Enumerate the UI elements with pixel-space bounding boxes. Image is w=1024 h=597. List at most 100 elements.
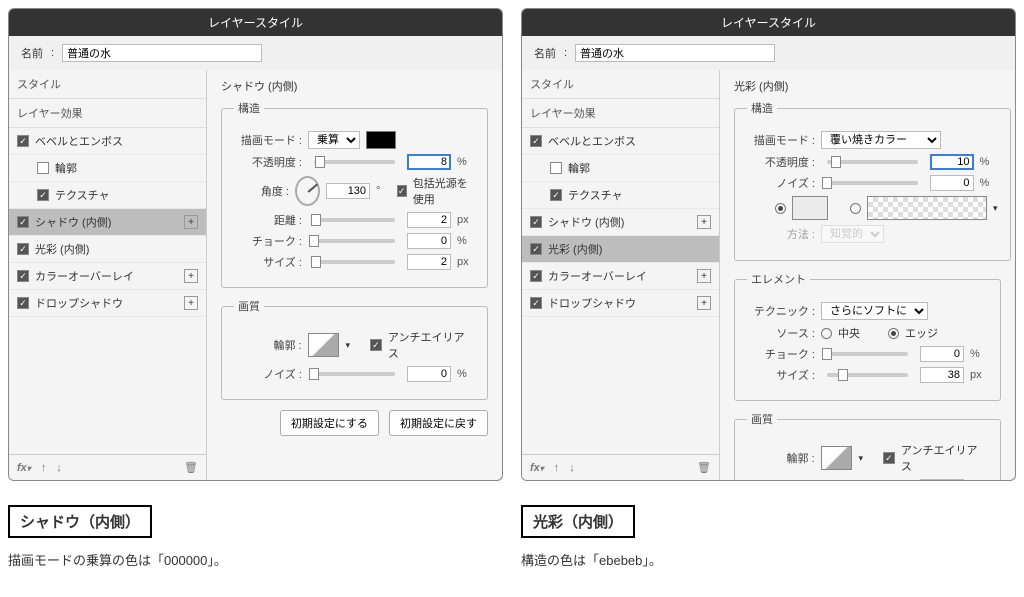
noise-slider[interactable] [827,181,918,185]
sidebar-item-label: ドロップシャドウ [548,295,636,311]
add-effect-icon[interactable]: + [697,269,711,283]
sidebar-item[interactable]: 輪郭 [522,155,719,182]
sidebar-item[interactable]: ✓シャドウ (内側)+ [522,209,719,236]
sidebar-item-label: ベベルとエンボス [35,133,123,149]
choke-slider[interactable] [827,352,908,356]
effect-checkbox[interactable]: ✓ [530,216,542,228]
noise-input[interactable] [930,175,974,191]
sidebar-head-effects[interactable]: レイヤー効果 [522,99,719,128]
sidebar-item[interactable]: ✓テクスチャ [9,182,206,209]
effect-checkbox[interactable]: ✓ [530,297,542,309]
angle-dial[interactable] [295,176,320,206]
make-default-button[interactable]: 初期設定にする [280,410,379,436]
opacity-input[interactable] [407,154,451,170]
trash-icon[interactable]: 🗑 [184,461,198,474]
global-light-checkbox[interactable]: ✓ [397,185,407,197]
effect-checkbox[interactable]: ✓ [17,297,29,309]
effect-checkbox[interactable]: ✓ [37,189,49,201]
angle-input[interactable] [326,183,370,199]
effect-checkbox[interactable]: ✓ [17,270,29,282]
caption-note-left: 描画モードの乗算の色は「000000」。 [8,550,503,569]
sidebar-item[interactable]: ✓ ベベルとエンボス [9,128,206,155]
size-slider[interactable] [314,260,395,264]
trash-icon[interactable]: 🗑 [697,461,711,474]
contour-picker[interactable] [821,446,853,470]
reset-default-button[interactable]: 初期設定に戻す [389,410,488,436]
add-effect-icon[interactable]: + [184,269,198,283]
dialog-title: レイヤースタイル [9,9,502,36]
size-input[interactable] [407,254,451,270]
choke-input[interactable] [920,346,964,362]
effect-checkbox[interactable]: ✓ [17,243,29,255]
sidebar-item[interactable]: 輪郭 [9,155,206,182]
sidebar-item[interactable]: ✓テクスチャ [522,182,719,209]
noise-slider[interactable] [314,372,395,376]
size-slider[interactable] [827,373,908,377]
add-effect-icon[interactable]: + [697,215,711,229]
name-input[interactable] [575,44,775,62]
chevron-down-icon[interactable]: ▾ [993,203,998,214]
sidebar-item[interactable]: ✓ベベルとエンボス [522,128,719,155]
antialias-checkbox[interactable]: ✓ [370,339,382,351]
antialias-checkbox[interactable]: ✓ [883,452,895,464]
up-arrow-icon[interactable]: ↑ [554,462,560,474]
sidebar-item[interactable]: ✓光彩 (内側) [522,236,719,263]
chevron-down-icon[interactable]: ▾ [858,453,863,464]
noise-input[interactable] [407,366,451,382]
fx-icon[interactable]: fx▾ [17,462,31,474]
sidebar-head-styles[interactable]: スタイル [522,70,719,99]
noise-label: ノイズ [234,366,302,382]
range-label: 範囲 [747,479,815,480]
choke-slider[interactable] [314,239,395,243]
sidebar-item[interactable]: ✓光彩 (内側) [9,236,206,263]
caption-box-left: シャドウ（内側） [8,505,152,538]
size-input[interactable] [920,367,964,383]
effect-checkbox[interactable]: ✓ [17,135,29,147]
up-arrow-icon[interactable]: ↑ [41,462,47,474]
sidebar-head-styles[interactable]: スタイル [9,70,206,99]
contour-picker[interactable] [308,333,340,357]
opacity-slider[interactable] [827,160,918,164]
technique-select[interactable]: さらにソフトに [821,302,928,320]
effect-checkbox[interactable]: ✓ [530,135,542,147]
effect-checkbox[interactable]: ✓ [530,243,542,255]
source-center-radio[interactable] [821,328,832,339]
source-edge-radio[interactable] [888,328,899,339]
blend-mode-select[interactable]: 覆い焼きカラー [821,131,941,149]
effect-checkbox[interactable]: ✓ [550,189,562,201]
color-radio[interactable] [775,203,786,214]
name-input[interactable] [62,44,262,62]
effect-checkbox[interactable]: ✓ [530,270,542,282]
down-arrow-icon[interactable]: ↓ [56,462,62,474]
distance-input[interactable] [407,212,451,228]
color-swatch[interactable] [366,131,396,149]
name-label: 名前 [534,45,556,61]
down-arrow-icon[interactable]: ↓ [569,462,575,474]
opacity-slider[interactable] [314,160,395,164]
distance-slider[interactable] [314,218,395,222]
blend-mode-select[interactable]: 乗算 [308,131,360,149]
gradient-radio[interactable] [850,203,861,214]
gradient-picker[interactable] [867,196,987,220]
glow-color-swatch[interactable] [792,196,828,220]
content-panel: シャドウ (内側) 構造 描画モード 乗算 不透明度 % [207,70,502,480]
effect-checkbox[interactable] [37,162,49,174]
chevron-down-icon[interactable]: ▾ [345,340,350,351]
layer-style-dialog-left: レイヤースタイル 名前: スタイル レイヤー効果 ✓ベベルとエンボス輪郭✓テクス… [8,8,503,481]
add-effect-icon[interactable]: + [184,215,198,229]
sidebar-item[interactable]: ✓ドロップシャドウ+ [9,290,206,317]
add-effect-icon[interactable]: + [184,296,198,310]
add-effect-icon[interactable]: + [697,296,711,310]
choke-input[interactable] [407,233,451,249]
effect-checkbox[interactable] [550,162,562,174]
sidebar-item[interactable]: ✓シャドウ (内側)+ [9,209,206,236]
sidebar-item[interactable]: ✓カラーオーバーレイ+ [9,263,206,290]
range-input[interactable] [920,479,964,480]
sidebar-head-effects[interactable]: レイヤー効果 [9,99,206,128]
effect-checkbox[interactable]: ✓ [17,216,29,228]
contour-label: 輪郭 [234,337,302,353]
sidebar-item[interactable]: ✓ ドロップシャドウ + [522,290,719,317]
fx-icon[interactable]: fx▾ [530,462,544,474]
opacity-input[interactable] [930,154,974,170]
sidebar-item[interactable]: ✓カラーオーバーレイ+ [522,263,719,290]
